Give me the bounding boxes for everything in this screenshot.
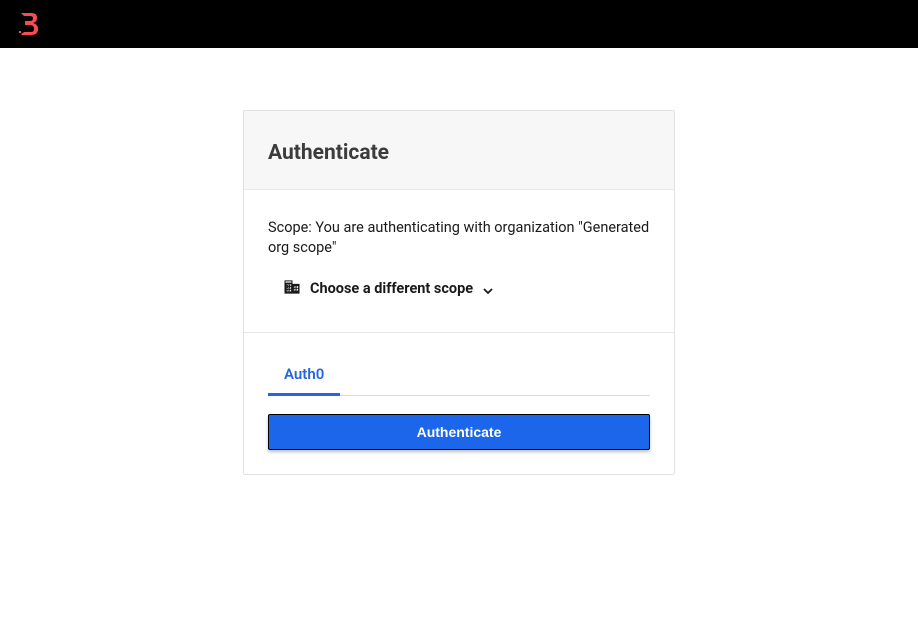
app-header: [0, 0, 918, 48]
tab-auth0[interactable]: Auth0: [268, 357, 340, 396]
brand-logo-icon: [18, 11, 40, 37]
card-title: Authenticate: [268, 141, 650, 165]
choose-scope-label: Choose a different scope: [310, 280, 473, 297]
auth-tabs: Auth0: [268, 357, 650, 396]
auth-methods-section: Auth0 Authenticate: [244, 333, 674, 474]
main-content: Authenticate Scope: You are authenticati…: [0, 48, 918, 475]
domain-icon: [284, 279, 300, 298]
choose-scope-button[interactable]: Choose a different scope: [284, 279, 650, 298]
card-body: Scope: You are authenticating with organ…: [244, 190, 674, 333]
authenticate-button[interactable]: Authenticate: [268, 414, 650, 450]
scope-description: Scope: You are authenticating with organ…: [268, 218, 650, 257]
auth-card: Authenticate Scope: You are authenticati…: [243, 110, 675, 475]
chevron-down-icon: [483, 279, 493, 298]
card-header: Authenticate: [244, 111, 674, 190]
